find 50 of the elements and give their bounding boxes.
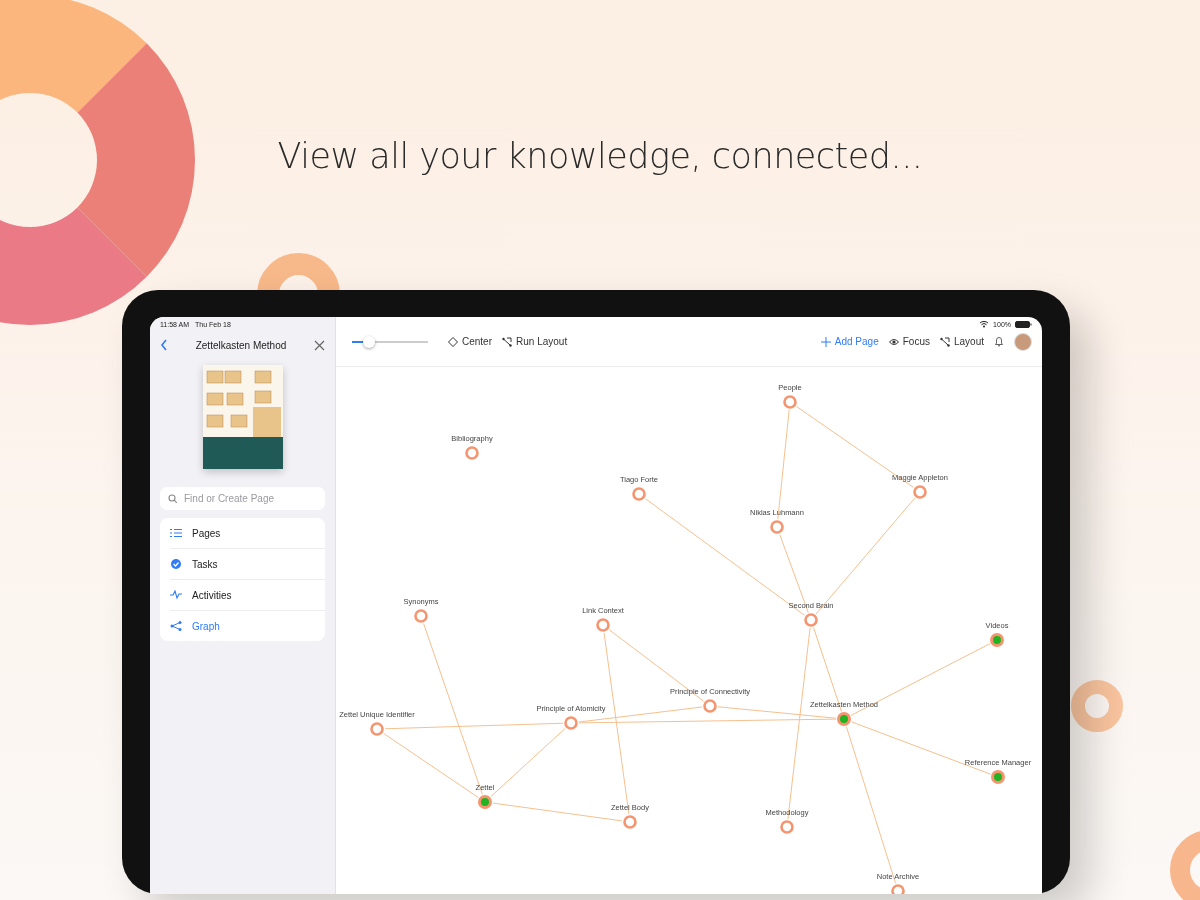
checkmark-circle-icon <box>170 559 182 569</box>
focus-button[interactable]: Focus <box>888 336 930 347</box>
avatar[interactable] <box>1014 332 1032 351</box>
nodes-arrow-icon <box>502 336 512 347</box>
back-chevron-icon <box>160 339 168 351</box>
add-page-button[interactable]: Add Page <box>820 336 879 347</box>
graph-node[interactable] <box>837 712 851 726</box>
layout-button[interactable]: Layout <box>939 336 984 347</box>
graph-node[interactable] <box>783 395 797 409</box>
graph-node[interactable] <box>564 716 578 730</box>
graph-node[interactable] <box>632 487 646 501</box>
graph-node[interactable] <box>804 613 818 627</box>
graph-node[interactable] <box>891 884 905 894</box>
graph-node[interactable] <box>703 699 717 713</box>
diamond-icon <box>448 336 458 347</box>
close-button[interactable] <box>314 339 325 351</box>
graph-node[interactable] <box>465 446 479 460</box>
graph-node[interactable] <box>414 609 428 623</box>
graph-node[interactable] <box>770 520 784 534</box>
graph-node[interactable] <box>370 722 384 736</box>
slider-thumb[interactable] <box>362 335 375 348</box>
sidebar-item[interactable]: Graph <box>170 611 325 641</box>
sidebar-item[interactable]: Activities <box>170 580 325 611</box>
list-icon <box>170 528 182 538</box>
activity-line-icon <box>170 590 182 600</box>
run-layout-button[interactable]: Run Layout <box>502 336 568 347</box>
graph-node[interactable] <box>913 485 927 499</box>
graph-node[interactable] <box>990 633 1004 647</box>
bell-icon <box>994 336 1004 347</box>
graph-node[interactable] <box>780 820 794 834</box>
notifications-button[interactable] <box>994 336 1004 347</box>
graph-node[interactable] <box>623 815 637 829</box>
headline: View all your knowledge, connected... <box>277 136 923 176</box>
graph-node[interactable] <box>596 618 610 632</box>
close-icon <box>314 339 325 351</box>
page-title: Zettelkasten Method <box>194 339 288 351</box>
search-icon <box>168 494 177 503</box>
graph-node[interactable] <box>991 770 1005 784</box>
battery-icon <box>1015 320 1032 328</box>
sidebar-item[interactable]: Pages <box>170 518 325 549</box>
back-button[interactable] <box>160 339 168 351</box>
search-field[interactable]: Find or Create Page <box>160 487 325 510</box>
center-button[interactable]: Center <box>448 336 492 347</box>
graph-nodes-icon <box>170 621 182 631</box>
nodes-arrow-icon <box>939 336 950 347</box>
eye-icon <box>888 337 899 346</box>
sidebar-item[interactable]: Tasks <box>170 549 325 580</box>
graph-node[interactable] <box>478 795 492 809</box>
plus-icon <box>820 336 831 347</box>
wifi-icon <box>979 320 990 328</box>
